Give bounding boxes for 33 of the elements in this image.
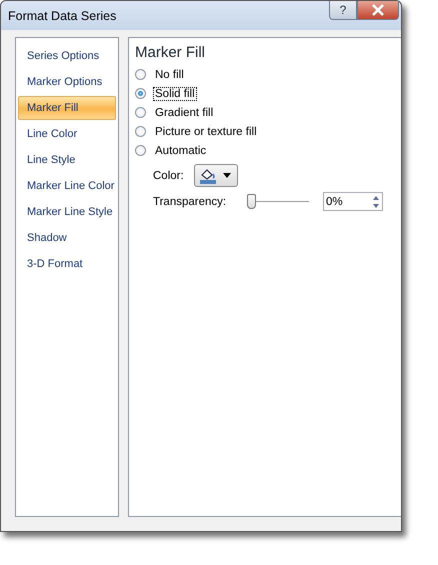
radio-option[interactable]: Solid fill <box>135 84 401 103</box>
category-item[interactable]: Marker Line Style <box>18 200 116 224</box>
close-button[interactable] <box>357 1 399 20</box>
category-item[interactable]: Line Color <box>18 122 116 146</box>
radio-option[interactable]: No fill <box>135 65 401 84</box>
help-button[interactable]: ? <box>329 1 357 20</box>
radio-button[interactable] <box>135 69 146 80</box>
paint-bucket-icon <box>198 167 217 184</box>
window-title: Format Data Series <box>8 8 116 22</box>
category-item[interactable]: Series Options <box>18 44 116 68</box>
radio-option[interactable]: Picture or texture fill <box>135 122 401 141</box>
category-item[interactable]: 3-D Format <box>18 252 116 276</box>
radio-button[interactable] <box>135 88 146 99</box>
spin-down-icon[interactable] <box>370 202 382 210</box>
spin-up-icon[interactable] <box>370 194 382 202</box>
radio-button[interactable] <box>135 126 146 137</box>
category-item[interactable]: Marker Line Color <box>18 174 116 198</box>
transparency-slider[interactable] <box>247 192 309 210</box>
color-picker-button[interactable] <box>194 164 238 187</box>
transparency-field[interactable]: 0% <box>323 192 383 211</box>
caret-icon <box>222 173 231 178</box>
category-item[interactable]: Line Style <box>18 148 116 172</box>
radio-option[interactable]: Automatic <box>135 141 401 160</box>
category-item[interactable]: Shadow <box>18 226 116 250</box>
radio-option[interactable]: Gradient fill <box>135 103 401 122</box>
section-title: Marker Fill <box>135 44 206 61</box>
color-label: Color: <box>153 170 184 182</box>
category-item[interactable]: Marker Options <box>18 70 116 94</box>
radio-button[interactable] <box>135 145 146 156</box>
category-item[interactable]: Marker Fill <box>18 96 116 120</box>
close-icon <box>371 4 385 16</box>
radio-button[interactable] <box>135 107 146 118</box>
transparency-label: Transparency: <box>153 196 228 208</box>
